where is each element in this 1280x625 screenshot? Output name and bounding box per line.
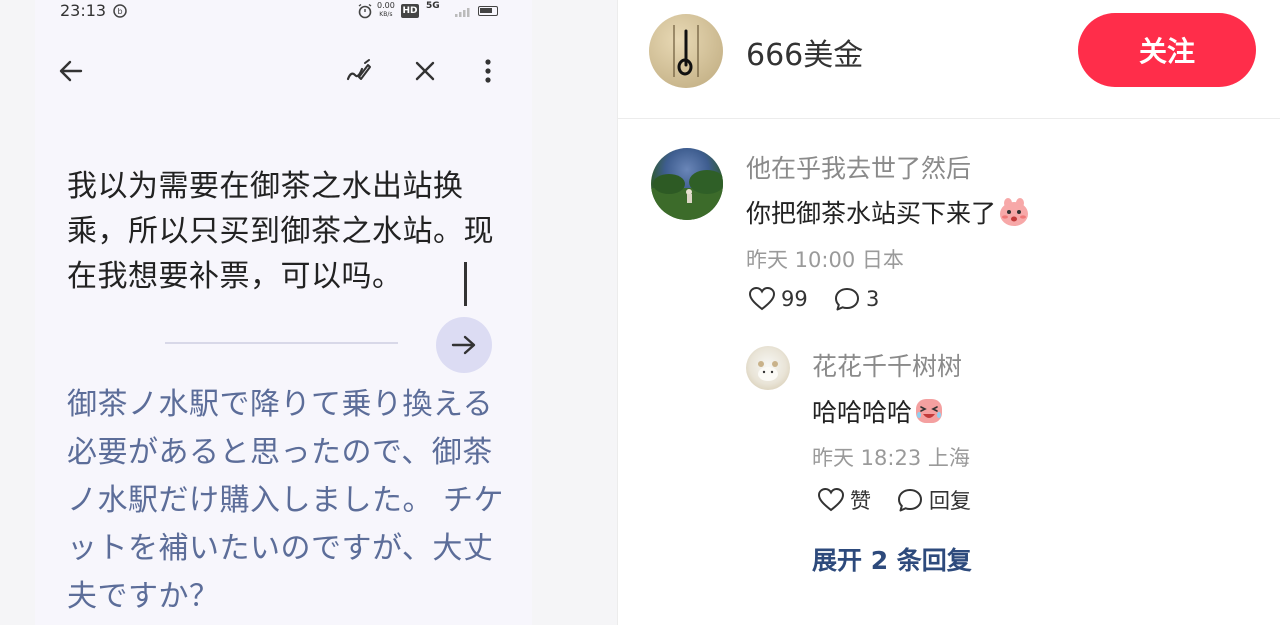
expand-replies-link[interactable]: 展开 2 条回复 [812,541,972,577]
signal-bars-icon [455,7,473,17]
reply-count-button[interactable]: 3 [834,287,879,311]
back-arrow-icon[interactable] [49,49,93,93]
handwriting-icon[interactable] [336,49,380,93]
like-count: 99 [781,287,808,311]
commenter-avatar[interactable] [651,148,723,220]
like-button[interactable]: 99 [749,287,808,311]
heart-icon [749,287,775,311]
reply-count: 3 [866,287,880,311]
comment-bubble-icon [898,489,922,512]
more-options-icon[interactable] [466,49,510,93]
status-time: 23:13 [60,1,107,20]
comment-meta: 昨天 10:00 日本 [746,248,904,272]
translator-panel: 23:13 b 0.00 KB/s HD 5G 我以为需要在御茶之水出站换乘，所… [35,0,532,625]
battery-icon [478,6,498,16]
author-name[interactable]: 666美金 [746,30,863,74]
translate-arrow-button[interactable] [436,317,492,373]
reply-meta: 昨天 18:23 上海 [812,446,970,470]
blushing-emoji-icon [998,197,1030,233]
svg-text:b: b [117,7,122,16]
heart-icon [818,488,844,512]
translator-screenshot: 23:13 b 0.00 KB/s HD 5G 我以为需要在御茶之水出站换乘，所… [0,0,617,625]
source-text-input[interactable]: 我以为需要在御茶之水出站换乘，所以只买到御茶之水站。现在我想要补票，可以吗。 [67,164,507,299]
header-divider [618,118,1280,119]
reply-like-label: 赞 [850,489,871,513]
comments-panel: 666美金 关注 他在乎我去世了然后 你把御茶水站买下来了 昨天 10:00 日… [617,0,1280,625]
reply-text: 哈哈哈哈 [812,393,944,431]
notification-icon: b [113,4,127,18]
reply-reply-button[interactable]: 回复 [897,485,971,515]
arrow-right-icon [451,335,476,355]
close-icon[interactable] [403,49,447,93]
divider [165,342,398,344]
text-caret [464,262,467,306]
comment-bubble-icon [835,288,859,311]
signal-5g-icon: 5G [426,1,440,11]
translated-text: 御茶ノ水駅で降りて乗り換える必要があると思ったので、御茶ノ水駅だけ購入しました。… [67,387,505,614]
comment-text: 你把御茶水站买下来了 [746,194,1030,233]
hd-icon: HD [401,4,419,18]
reply-avatar[interactable] [746,346,790,390]
reply-reply-label: 回复 [929,489,971,513]
commenter-name[interactable]: 他在乎我去世了然后 [746,149,971,185]
reply-like-button[interactable]: 赞 [818,485,871,515]
status-bar: 23:13 b 0.00 KB/s HD 5G [35,0,532,24]
alarm-icon [357,3,373,19]
follow-button[interactable]: 关注 [1078,13,1256,87]
network-speed: 0.00 KB/s [377,1,395,18]
laughing-tears-emoji-icon [914,397,944,431]
author-avatar[interactable] [649,14,723,88]
reply-user-name[interactable]: 花花千千树树 [812,347,962,383]
music-note-icon [673,25,699,77]
